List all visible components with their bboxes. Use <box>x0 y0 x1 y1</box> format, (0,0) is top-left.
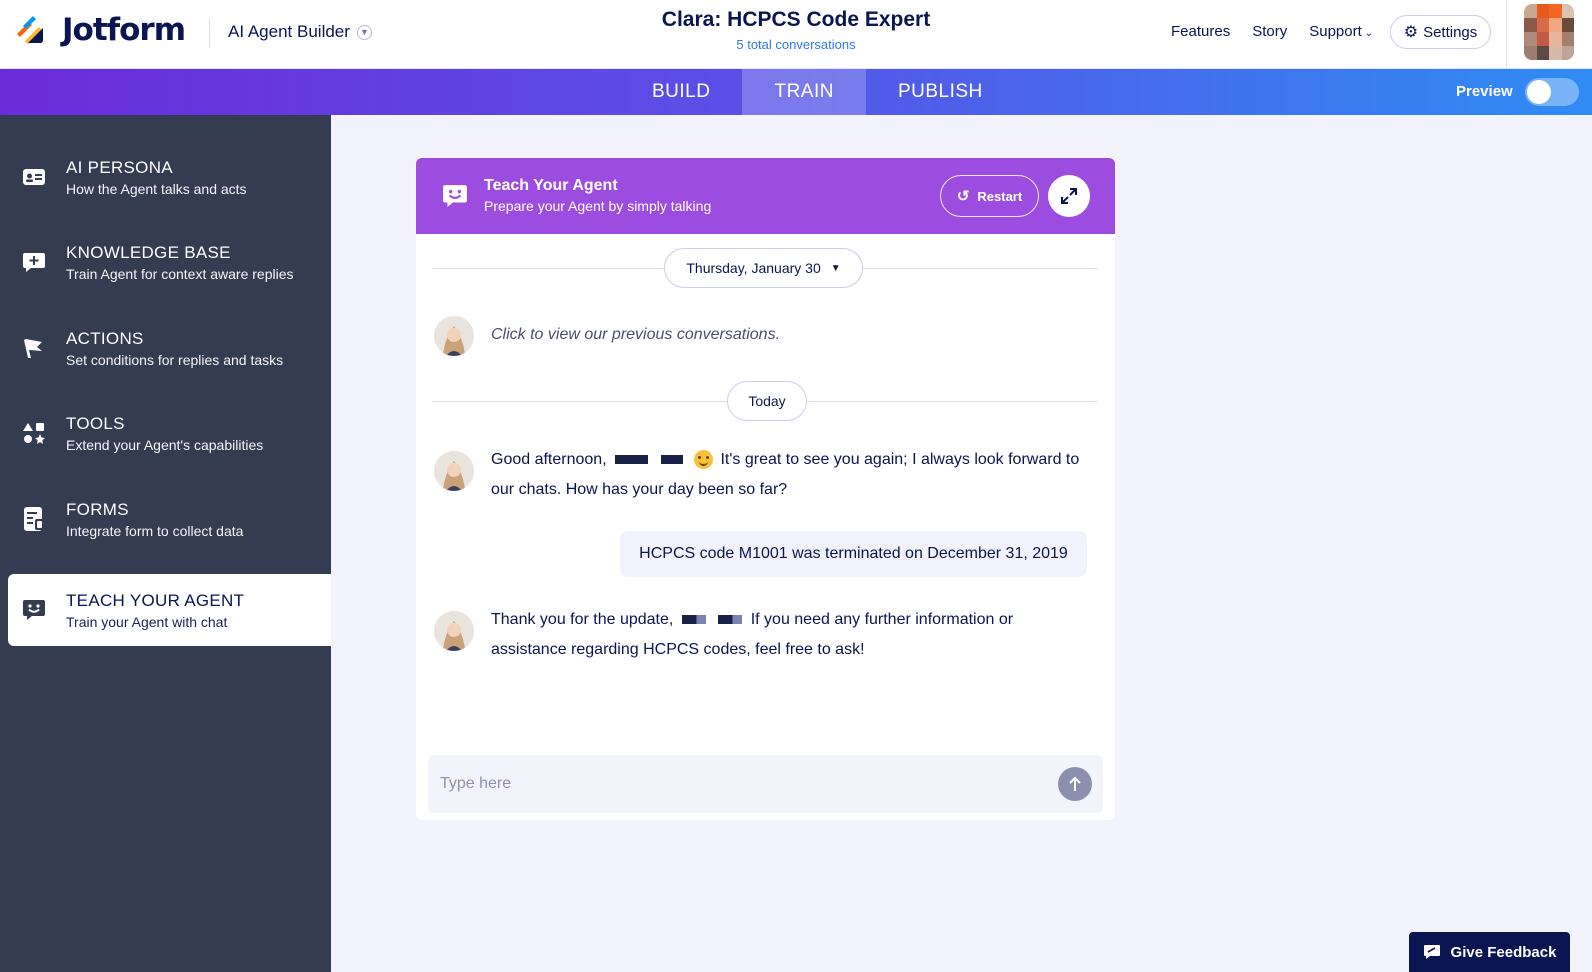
chevron-down-icon: ⌄ <box>1364 28 1374 39</box>
builder-tabs: BUILD TRAIN PUBLISH <box>620 69 1015 115</box>
gear-icon: ⚙ <box>1403 24 1419 41</box>
sidebar-item-title: AI PERSONA <box>66 157 173 177</box>
arrow-up-icon <box>1069 776 1081 791</box>
form-icon <box>20 505 48 533</box>
restart-icon: ↺ <box>956 188 970 205</box>
agent-avatar <box>434 451 474 491</box>
sidebar-item-title: TOOLS <box>66 413 125 433</box>
today-label: Today <box>748 393 786 409</box>
message-text: If you need any further information or <box>750 611 1014 628</box>
message-text: HCPCS code M1001 was terminated on Decem… <box>639 545 1068 562</box>
sidebar: AI PERSONA How the Agent talks and acts … <box>0 115 331 972</box>
sidebar-item-desc: How the Agent talks and acts <box>66 180 247 197</box>
chat-card-title: Teach Your Agent <box>484 177 618 194</box>
sidebar-item-title: KNOWLEDGE BASE <box>66 242 231 262</box>
message-text: assistance regarding HCPCS codes, feel f… <box>491 641 865 658</box>
expand-icon <box>1061 188 1077 204</box>
date-dropdown[interactable]: Thursday, January 30 ▼ <box>664 248 863 288</box>
sidebar-item-desc: Set conditions for replies and tasks <box>66 351 284 368</box>
chat-card-header: Teach Your Agent Prepare your Agent by s… <box>416 158 1115 234</box>
previous-conversations-link[interactable]: Click to view our previous conversations… <box>491 320 780 350</box>
chat-plus-icon <box>20 248 48 276</box>
message-text: It's great to see you again; I always lo… <box>720 451 1080 468</box>
chevron-down-icon: ▼ <box>830 262 841 274</box>
restart-button[interactable]: ↺ Restart <box>940 175 1039 217</box>
sidebar-item-forms[interactable]: FORMS Integrate form to collect data <box>8 483 331 555</box>
teach-agent-chat-card: Teach Your Agent Prepare your Agent by s… <box>416 158 1115 820</box>
give-feedback-label: Give Feedback <box>1450 943 1557 961</box>
toggle-knob <box>1527 80 1551 104</box>
user-message: HCPCS code M1001 was terminated on Decem… <box>620 531 1087 577</box>
message-composer <box>428 755 1103 813</box>
agent-avatar <box>434 316 474 356</box>
sidebar-item-desc: Train Agent for context aware replies <box>66 265 294 282</box>
today-label-pill: Today <box>727 381 807 421</box>
top-header: Jotform AI Agent Builder ▼ Clara: HCPCS … <box>0 0 1592 69</box>
nav-features[interactable]: Features <box>1171 23 1230 40</box>
tab-build[interactable]: BUILD <box>620 69 742 115</box>
redacted-name <box>615 455 649 465</box>
preview-label: Preview <box>1456 83 1513 100</box>
give-feedback-button[interactable]: Give Feedback <box>1409 932 1570 972</box>
smiling-face-emoji-icon <box>694 450 713 470</box>
sidebar-item-desc: Extend your Agent's capabilities <box>66 436 264 453</box>
message-text: Thank you for the update, <box>491 611 674 628</box>
shapes-icon <box>20 419 48 447</box>
redacted-name <box>681 615 706 625</box>
sidebar-item-knowledge-base[interactable]: KNOWLEDGE BASE Train Agent for context a… <box>8 226 331 298</box>
redacted-name <box>660 455 683 465</box>
nav-story[interactable]: Story <box>1252 23 1287 40</box>
message-text: our chats. How has your day been so far? <box>491 481 788 498</box>
sidebar-item-teach-your-agent[interactable]: TEACH YOUR AGENT Train your Agent with c… <box>8 574 331 646</box>
smile-chat-icon <box>443 185 467 207</box>
feedback-icon <box>1423 945 1440 959</box>
message-input[interactable] <box>440 769 1030 799</box>
date-label: Thursday, January 30 <box>686 260 821 276</box>
sidebar-item-desc: Integrate form to collect data <box>66 522 244 539</box>
expand-button[interactable] <box>1048 175 1090 217</box>
builder-tab-bar: BUILD TRAIN PUBLISH Preview <box>0 69 1592 115</box>
restart-label: Restart <box>977 188 1023 204</box>
settings-button[interactable]: ⚙ Settings <box>1390 15 1491 49</box>
sidebar-item-ai-persona[interactable]: AI PERSONA How the Agent talks and acts <box>8 141 331 213</box>
nav-support[interactable]: Support ⌄ <box>1309 23 1395 40</box>
sidebar-item-title: FORMS <box>66 499 129 519</box>
sidebar-item-desc: Train your Agent with chat <box>66 613 228 630</box>
tab-train[interactable]: TRAIN <box>742 69 866 115</box>
id-card-icon <box>20 163 48 191</box>
sidebar-item-tools[interactable]: TOOLS Extend your Agent's capabilities <box>8 397 331 469</box>
smile-chat-icon <box>20 596 48 624</box>
sidebar-item-actions[interactable]: ACTIONS Set conditions for replies and t… <box>8 312 331 384</box>
agent-avatar <box>434 611 474 651</box>
agent-message: Thank you for the update, If you need an… <box>491 605 1091 665</box>
message-text: Good afternoon, <box>491 451 607 468</box>
sidebar-item-title: TEACH YOUR AGENT <box>66 590 245 610</box>
header-divider <box>1506 0 1507 69</box>
tab-publish[interactable]: PUBLISH <box>866 69 1015 115</box>
agent-message: Good afternoon, It's great to see you ag… <box>491 445 1091 505</box>
redacted-name <box>718 615 743 625</box>
settings-label: Settings <box>1423 23 1478 41</box>
user-avatar[interactable] <box>1524 4 1574 60</box>
flag-icon <box>20 334 48 362</box>
chat-card-subtitle: Prepare your Agent by simply talking <box>484 198 712 214</box>
send-button[interactable] <box>1058 767 1092 801</box>
preview-toggle[interactable] <box>1525 78 1579 106</box>
nav-support-label: Support <box>1309 23 1362 40</box>
top-nav: Features Story Support ⌄ <box>1171 23 1417 40</box>
sidebar-item-title: ACTIONS <box>66 328 144 348</box>
